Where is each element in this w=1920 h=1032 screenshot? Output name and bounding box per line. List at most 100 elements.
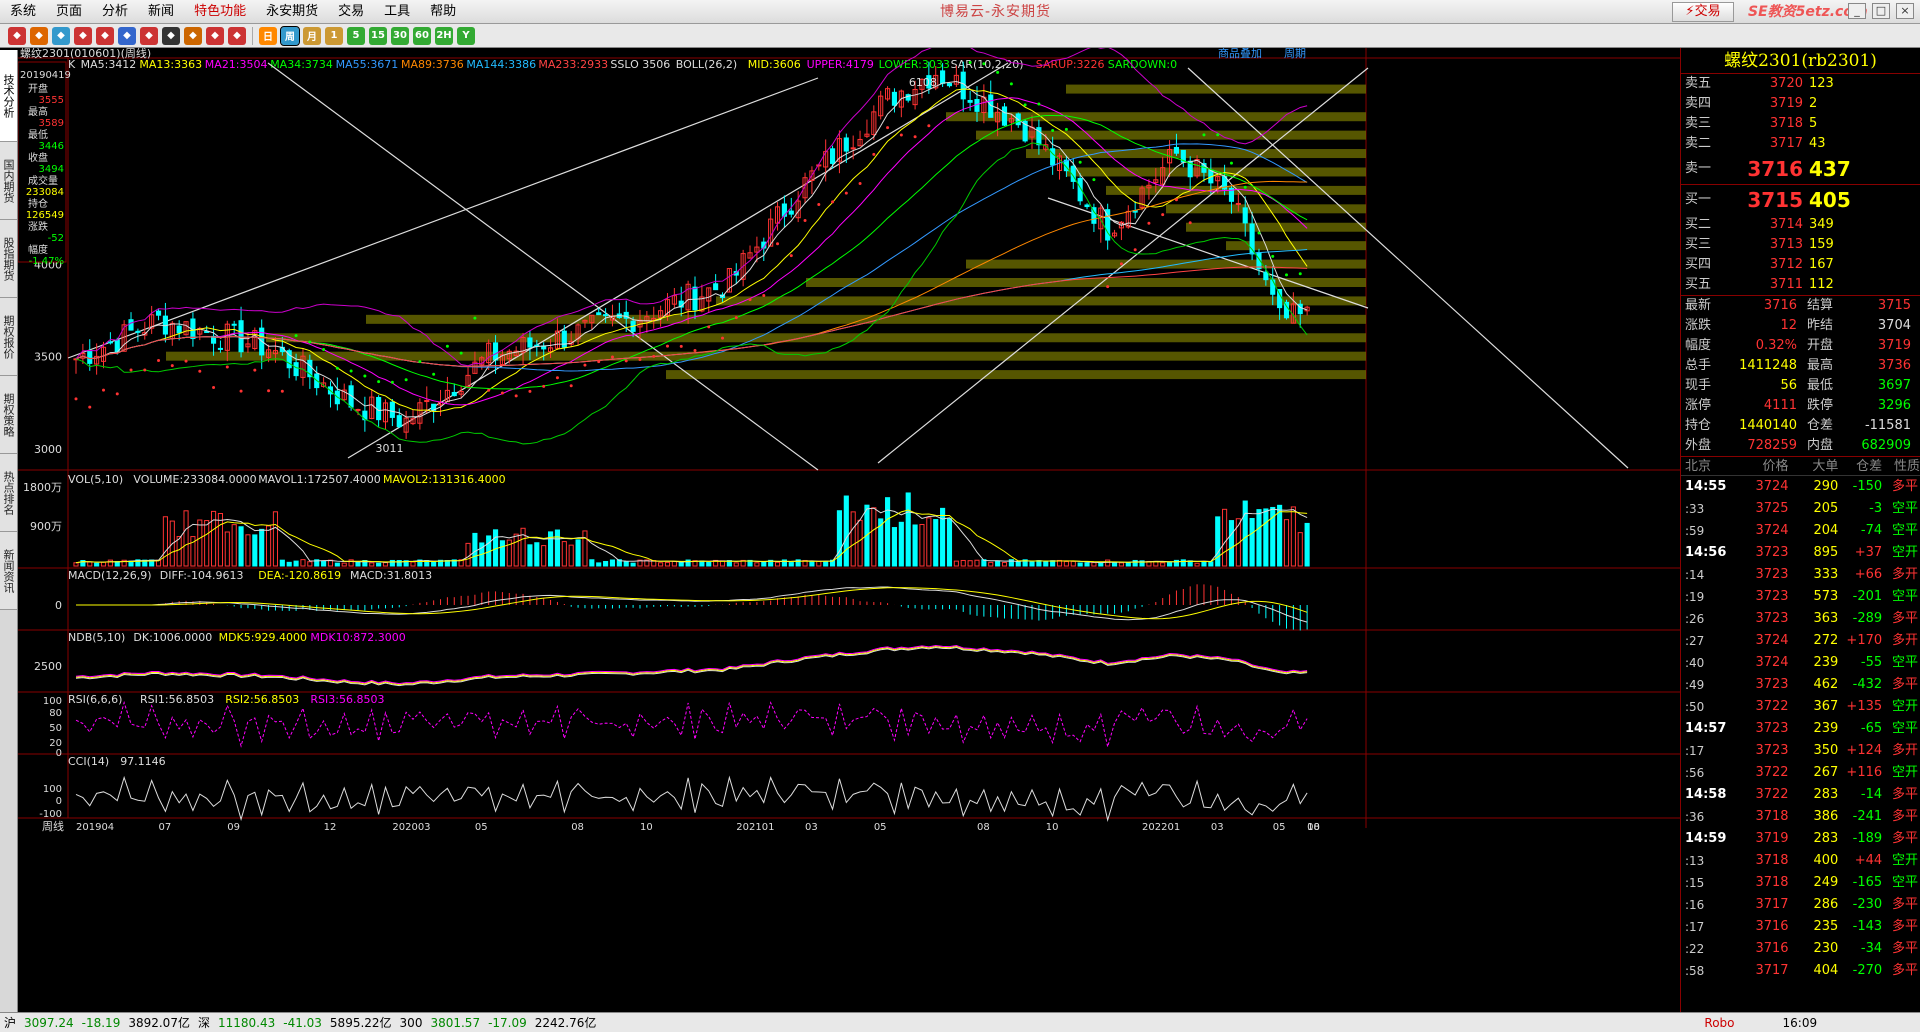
tick-price: 3724 <box>1755 655 1789 670</box>
stat-value: 682909 <box>1861 438 1911 453</box>
tick-volume: 895 <box>1813 545 1839 560</box>
info-label: 收盘 <box>28 151 48 164</box>
volume-bar <box>272 511 279 567</box>
sar-dot <box>514 394 518 398</box>
candle-body <box>960 71 966 100</box>
chart-area[interactable]: 螺纹2301(010601)(周线) 商品叠加 周期 K MA5:3412 MA13:33… <box>18 48 1680 1012</box>
volume-bar <box>534 542 540 567</box>
tick-time: 14:59 <box>1685 831 1727 846</box>
stat-value: 3296 <box>1877 398 1911 413</box>
tick-volume: 400 <box>1813 853 1839 868</box>
menu-item[interactable]: 页面 <box>46 0 92 24</box>
zoom-out-icon[interactable]: ◆ <box>162 26 180 45</box>
overlay-link[interactable]: 商品叠加 <box>1218 48 1262 60</box>
maximize-icon[interactable]: □ <box>1872 3 1890 19</box>
side-tab[interactable]: 技术分析 <box>0 50 17 142</box>
side-tab[interactable]: 热点排名 <box>0 454 17 532</box>
vol-tick: 1800万 <box>23 481 62 494</box>
volume-bar <box>988 561 994 567</box>
tick-row: :59 3724 204 -74 空平 <box>1681 520 1920 542</box>
volume-bar <box>596 562 602 567</box>
menu-item[interactable]: 分析 <box>92 0 138 24</box>
tick-price: 3718 <box>1755 809 1789 824</box>
rsi-tick: 0 <box>56 748 62 759</box>
search-icon[interactable]: ◆ <box>118 26 136 45</box>
tick-oi-change: -189 <box>1852 831 1883 846</box>
sar-dot <box>157 359 161 363</box>
menu-item[interactable]: 永安期货 <box>256 0 328 24</box>
legend-item: MA13:3363 <box>139 58 202 71</box>
tick-price: 3716 <box>1755 919 1789 934</box>
menu-items: 系统 页面 分析 新闻 特色功能 永安期货 交易 工具 帮助 <box>0 0 466 24</box>
file-icon[interactable]: ◆ <box>52 26 70 45</box>
menu-item[interactable]: 新闻 <box>138 0 184 24</box>
side-tab[interactable]: 国内期货 <box>0 142 17 220</box>
menu-item[interactable]: 帮助 <box>420 0 466 24</box>
period-link[interactable]: 周期 <box>1284 48 1306 60</box>
pen-icon[interactable]: ◆ <box>206 26 224 45</box>
side-tab[interactable]: 期权报价 <box>0 298 17 376</box>
stat-label: 涨跌 <box>1685 318 1712 333</box>
sar-dot <box>129 368 133 372</box>
period-button[interactable]: 5 <box>347 26 365 45</box>
period-button[interactable]: 周 <box>280 25 300 46</box>
grid-icon[interactable]: ◆ <box>228 26 246 45</box>
volume-profile-bar <box>1026 149 1366 159</box>
volume-profile-bar <box>1186 222 1366 232</box>
sar-dot <box>982 62 986 66</box>
tick-time: :22 <box>1685 942 1705 956</box>
menu-item[interactable]: 交易 <box>328 0 374 24</box>
book-volume: 5 <box>1809 116 1818 131</box>
tick-oi-change: -201 <box>1852 589 1883 604</box>
close-icon[interactable]: × <box>1896 3 1914 19</box>
period-button[interactable]: 月 <box>303 26 321 45</box>
period-button[interactable]: 30 <box>391 26 409 45</box>
home-icon[interactable]: ◆ <box>30 26 48 45</box>
menu-item[interactable]: 工具 <box>374 0 420 24</box>
vol-tick: 900万 <box>30 520 62 533</box>
time-tick: 12 <box>324 822 337 833</box>
candle-body <box>1084 204 1090 208</box>
tick-oi-change: -14 <box>1860 787 1883 802</box>
book-level: 卖三 <box>1685 116 1712 131</box>
side-tab[interactable]: 期权策略 <box>0 376 17 454</box>
period-button[interactable]: 15 <box>369 26 387 45</box>
paint-icon[interactable]: ◆ <box>184 26 202 45</box>
zoom-in-icon[interactable]: ◆ <box>140 26 158 45</box>
tick-volume: 204 <box>1813 523 1839 538</box>
tick-row: 14:59 3719 283 -189 多平 <box>1681 828 1920 850</box>
tick-price: 3722 <box>1755 765 1789 780</box>
trade-button[interactable]: ⚡交易 <box>1672 2 1734 22</box>
sar-dot <box>390 380 394 384</box>
menu-item[interactable]: 特色功能 <box>184 0 256 24</box>
menu-item[interactable]: 系统 <box>0 0 46 24</box>
stat-value: 0.32% <box>1755 338 1797 353</box>
volume-bar <box>678 561 684 567</box>
window-icon[interactable]: ◆ <box>96 26 114 45</box>
sar-dot <box>610 355 614 359</box>
period-button[interactable]: 1 <box>325 26 343 45</box>
side-tab[interactable]: 新闻资讯 <box>0 532 17 610</box>
volume-bar <box>355 561 361 567</box>
status-item: Robo <box>1704 1015 1735 1030</box>
back-icon[interactable]: ◆ <box>8 26 26 45</box>
candle-body <box>940 70 946 84</box>
period-button[interactable]: 2H <box>435 26 453 45</box>
volume-bar <box>286 561 292 567</box>
volume-bar <box>630 562 636 567</box>
period-button[interactable]: 60 <box>413 26 431 45</box>
side-tab[interactable]: 股指期货 <box>0 220 17 298</box>
ndb-line <box>75 645 1308 686</box>
tick-nature: 多开 <box>1891 633 1918 648</box>
period-button[interactable]: Y <box>457 26 475 45</box>
volume-bar <box>245 534 251 567</box>
period-button[interactable]: 日 <box>259 26 277 45</box>
refresh-icon[interactable]: ◆ <box>74 26 92 45</box>
sar-dot <box>184 359 188 363</box>
minimize-icon[interactable]: _ <box>1848 3 1866 19</box>
volume-bar <box>960 559 966 567</box>
tick-list[interactable]: 14:55 3724 290 -150 多平:33 3725 205 -3 空平:59 3724 2… <box>1681 476 1920 982</box>
chart-canvas[interactable]: 螺纹2301(010601)(周线) 商品叠加 周期K MA5:3412 MA13:33… <box>18 48 1680 1012</box>
macd-dea-line <box>76 587 1308 620</box>
volume-bar <box>472 532 478 567</box>
